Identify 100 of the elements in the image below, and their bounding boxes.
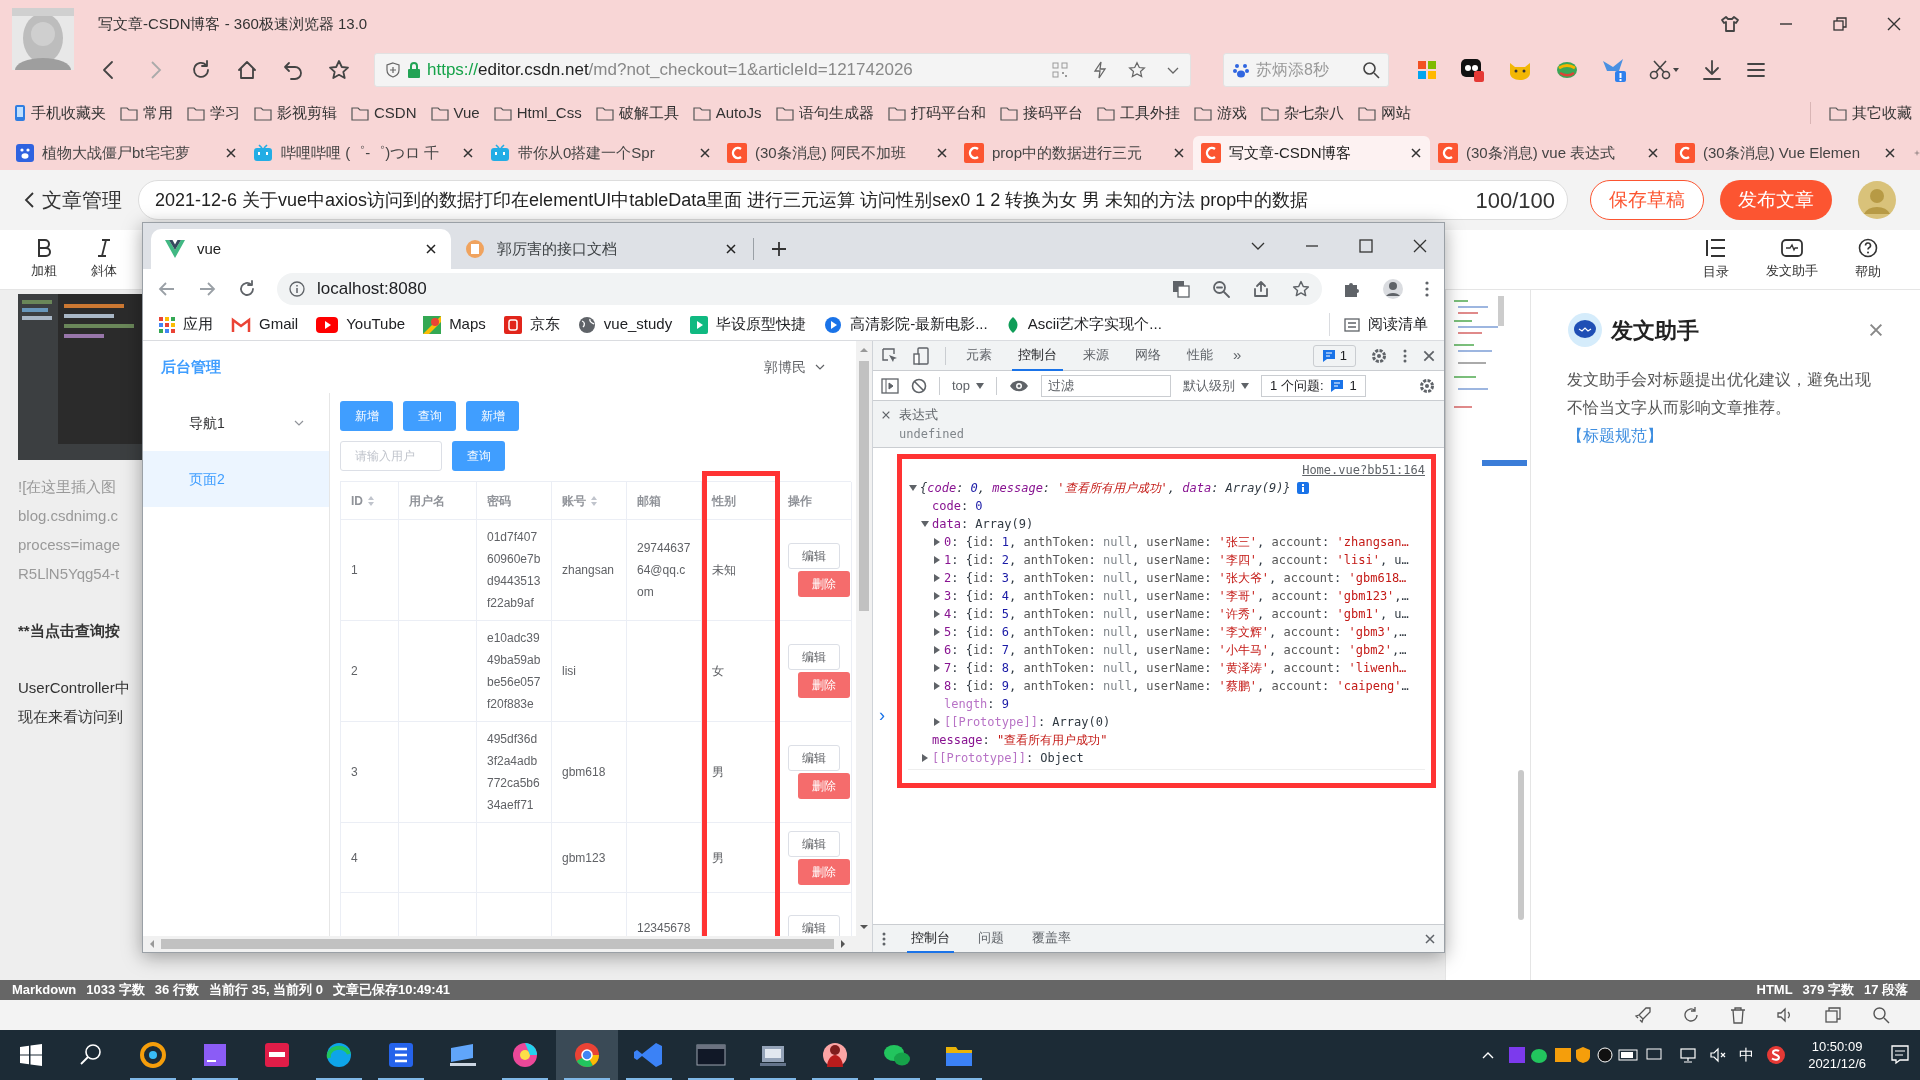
drawer-tab[interactable]: 控制台 <box>907 924 954 953</box>
close-devtools-icon[interactable] <box>1422 348 1436 363</box>
globe-icon[interactable] <box>1555 59 1579 81</box>
browser-tab[interactable]: 带你从0搭建一个Spr <box>482 136 719 170</box>
more-icon[interactable] <box>1424 280 1430 298</box>
info-icon[interactable] <box>1296 481 1309 494</box>
source-link[interactable]: Home.vue?bb51:164 <box>1302 460 1425 479</box>
close-tab-icon[interactable] <box>1173 147 1185 159</box>
bookmark[interactable]: 游戏 <box>1193 101 1247 125</box>
scrollbar-thumb[interactable] <box>161 939 834 949</box>
star-icon[interactable] <box>1292 280 1310 298</box>
close-tab-icon[interactable] <box>1647 147 1659 159</box>
bookmark[interactable]: AutoJs <box>692 101 762 125</box>
edit-button[interactable]: 编辑 <box>788 914 840 936</box>
bookmark[interactable]: 破解工具 <box>595 101 679 125</box>
bookmark[interactable]: Gmail <box>231 313 299 336</box>
close-tab-icon[interactable] <box>1884 147 1896 159</box>
close-tab-icon[interactable] <box>462 147 474 159</box>
clock[interactable]: 10:50:09 2021/12/6 <box>1794 1038 1880 1072</box>
issues-badge[interactable]: 1 <box>1312 344 1356 367</box>
toolbar-button[interactable]: 加粗 <box>14 238 74 281</box>
close-tab-icon[interactable] <box>1410 147 1422 159</box>
zoom-icon[interactable] <box>1212 280 1230 298</box>
browser-tab[interactable]: (30条消息) Vue Elemen <box>1667 136 1904 170</box>
trash-icon[interactable] <box>1730 1006 1746 1024</box>
expand-arrow-icon[interactable] <box>932 536 942 547</box>
expand-arrow-icon[interactable] <box>932 716 942 727</box>
close-tab-icon[interactable] <box>936 147 948 159</box>
devtools-tab[interactable]: 元素 <box>960 340 998 371</box>
expand-arrow-icon[interactable] <box>932 680 942 691</box>
star-icon[interactable] <box>328 59 350 81</box>
edit-button[interactable]: 编辑 <box>788 745 840 771</box>
bookmark[interactable]: 京东 <box>503 313 560 336</box>
refresh-icon[interactable] <box>1682 1006 1700 1024</box>
share-icon[interactable] <box>1252 280 1270 298</box>
expand-arrow-icon[interactable] <box>932 590 942 601</box>
toolbar-button[interactable]: 帮助 <box>1830 237 1906 282</box>
expand-arrow-icon[interactable] <box>932 626 942 637</box>
user-menu[interactable]: 郭博民 <box>764 356 826 378</box>
title-field[interactable]: 2021-12-6 关于vue中axios访问到的数据打印在elementUI中tableData里面 进行三元运算 访问性别sex0 1 2 转换为女 男 未知的方法 prop中的数据 100/100 <box>138 180 1568 220</box>
bookmark[interactable]: 应用 <box>159 313 213 336</box>
lightning-icon[interactable] <box>1092 61 1108 79</box>
remove-expression-icon[interactable] <box>881 409 891 420</box>
nav-menu-item[interactable]: 导航1 <box>143 395 329 451</box>
expand-arrow-icon[interactable] <box>920 752 930 763</box>
bookmark[interactable]: YouTube <box>316 313 406 336</box>
bookmark[interactable]: 影视剪辑 <box>254 101 337 125</box>
close-tab-icon[interactable] <box>699 147 711 159</box>
bookmark[interactable]: 语句生成器 <box>775 101 874 125</box>
bookmark[interactable]: 毕设原型快捷 <box>690 313 807 336</box>
close-tab-icon[interactable] <box>225 147 237 159</box>
close-icon[interactable] <box>1886 16 1902 32</box>
expand-arrow-icon[interactable] <box>920 518 930 529</box>
filter-field[interactable]: 过滤 <box>1041 374 1172 397</box>
close-icon[interactable] <box>1412 238 1428 254</box>
address-bar[interactable]: https://editor.csdn.net/md?not_checkout=1&articleId=121742026 <box>374 53 1191 87</box>
robot-icon[interactable] <box>1459 57 1485 83</box>
bookmark[interactable]: 杂七杂八 <box>1260 101 1344 125</box>
expand-arrow-icon[interactable] <box>932 572 942 583</box>
browser-tab[interactable]: prop中的数据进行三元 <box>956 136 1193 170</box>
drawer-tab[interactable]: 问题 <box>974 924 1008 953</box>
more-tabs-button[interactable]: » <box>1233 344 1242 367</box>
search-field[interactable]: 请输入用户 <box>340 441 442 471</box>
search-icon[interactable] <box>1362 61 1380 79</box>
search-icon[interactable] <box>1872 1006 1890 1024</box>
browser-tab[interactable]: vue <box>151 229 451 269</box>
more-icon[interactable] <box>1402 347 1408 364</box>
tiles-icon[interactable] <box>1417 60 1437 80</box>
bookmark[interactable]: 接码平台 <box>999 101 1083 125</box>
expand-arrow-icon[interactable] <box>932 644 942 655</box>
bookmark[interactable]: 手机收藏夹 <box>14 101 106 125</box>
edit-button[interactable]: 编辑 <box>788 543 840 569</box>
browser-tab[interactable]: (30条消息) vue 表达式 <box>1430 136 1667 170</box>
bookmark[interactable]: 其它收藏 <box>1810 101 1912 125</box>
expand-arrow-icon[interactable] <box>932 554 942 565</box>
home-icon[interactable] <box>236 59 258 81</box>
translate-icon[interactable] <box>1172 280 1190 298</box>
maximize-icon[interactable] <box>1358 238 1374 254</box>
issues-button[interactable]: 1 个问题: 1 <box>1261 374 1366 397</box>
device-icon[interactable] <box>913 346 931 365</box>
expand-arrow-icon[interactable] <box>908 482 918 493</box>
bookmark[interactable]: Html_Css <box>493 101 582 125</box>
bird-icon[interactable] <box>1601 57 1627 83</box>
rocket-icon[interactable] <box>1634 1006 1652 1024</box>
sidebar-toggle-icon[interactable] <box>881 377 899 394</box>
browser-tab[interactable]: (30条消息) 阿民不加班 <box>719 136 956 170</box>
restore-icon[interactable] <box>1832 16 1848 32</box>
scrollbar-thumb[interactable] <box>859 361 869 611</box>
close-tab-icon[interactable] <box>725 243 737 255</box>
star-icon[interactable] <box>1128 61 1146 79</box>
undo-icon[interactable] <box>282 59 304 81</box>
devtools-tab[interactable]: 网络 <box>1129 340 1167 371</box>
sogou-icon[interactable] <box>1766 1045 1787 1065</box>
reload-icon[interactable] <box>190 59 212 81</box>
bookmark[interactable]: 打码平台和 <box>887 101 986 125</box>
drawer-tab[interactable]: 覆盖率 <box>1028 924 1075 953</box>
network-icon[interactable] <box>1679 1046 1698 1064</box>
devtools-tab[interactable]: 控制台 <box>1012 340 1063 371</box>
expand-arrow-icon[interactable] <box>932 608 942 619</box>
browser-tab[interactable]: 哔哩哔哩 (゜-゜)つロ 千 <box>245 136 482 170</box>
